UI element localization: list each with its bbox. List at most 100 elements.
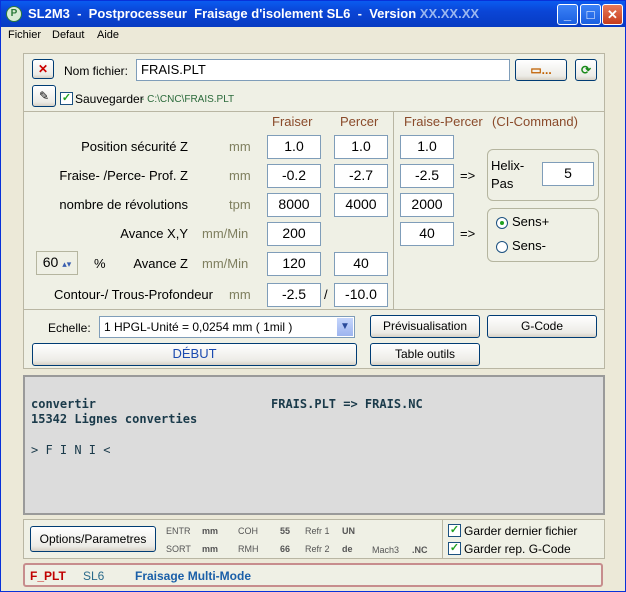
- edit-button[interactable]: ✎: [32, 85, 56, 107]
- output-console: convertir FRAIS.PLT => FRAIS.NC 15342 Li…: [23, 375, 605, 515]
- options-button[interactable]: Options/Parametres: [30, 526, 156, 552]
- fraiser-revolutions-input[interactable]: 8000: [267, 193, 321, 217]
- filename-input[interactable]: FRAIS.PLT: [136, 59, 510, 81]
- footer-mode-b: SL6: [83, 569, 105, 583]
- clear-file-button[interactable]: ✕: [32, 59, 54, 79]
- fraiser-position-z-input[interactable]: 1.0: [267, 135, 321, 159]
- console-done: > F I N I <: [31, 443, 111, 457]
- keep-file-checkbox[interactable]: ✓: [448, 524, 461, 537]
- status-panel: Options/Parametres ENTR mm SORT mm COH 5…: [23, 519, 605, 559]
- unit-label: mm: [229, 287, 251, 302]
- helix-label: Helix-: [491, 158, 525, 173]
- contour-depth-input[interactable]: -2.5: [267, 283, 321, 307]
- console-convert: convertir: [31, 397, 97, 411]
- row-label-prof-z: Fraise- /Perce- Prof. Z: [59, 168, 188, 183]
- close-window-button[interactable]: ✕: [602, 4, 623, 25]
- edit-icon: ✎: [38, 89, 50, 103]
- coh-label: COH: [238, 526, 258, 536]
- preview-button[interactable]: Prévisualisation: [370, 315, 480, 338]
- row-label-avance-xy: Avance X,Y: [120, 226, 188, 241]
- percer-avance-z-input[interactable]: 40: [334, 252, 388, 276]
- hole-depth-input[interactable]: -10.0: [334, 283, 388, 307]
- divider: [393, 111, 394, 309]
- gcode-button[interactable]: G-Code: [487, 315, 597, 338]
- console-files: FRAIS.PLT => FRAIS.NC: [271, 397, 423, 411]
- window-title: SL2M3 - Postprocesseur Fraisage d'isolem…: [28, 6, 480, 21]
- spinner-arrows-icon: ▴▾: [62, 259, 72, 269]
- percer-position-z-input[interactable]: 1.0: [334, 135, 388, 159]
- slash-label: /: [324, 287, 328, 302]
- footer-mode-a: F_PLT: [30, 569, 66, 583]
- percent-spinner[interactable]: 60 ▴▾: [36, 251, 78, 275]
- fp-position-z-input[interactable]: 1.0: [400, 135, 454, 159]
- row-label-contour-depth: Contour-/ Trous-Profondeur: [54, 287, 213, 302]
- fp-revolutions-input[interactable]: 2000: [400, 193, 454, 217]
- unit-label: mm/Min: [202, 226, 249, 241]
- refr1-value: UN: [342, 526, 355, 536]
- refr2-value: de: [342, 544, 353, 554]
- sens-box: Sens+ Sens-: [487, 208, 599, 262]
- extension-label: .NC: [412, 545, 428, 555]
- sens-plus-label: Sens+: [512, 214, 550, 229]
- rmh-label: RMH: [238, 544, 259, 554]
- filename-label: Nom fichier:: [64, 64, 129, 78]
- maximize-button[interactable]: □: [580, 4, 601, 25]
- menu-defaut[interactable]: Defaut: [52, 29, 84, 41]
- footer-mode-c: Fraisage Multi-Mode: [135, 569, 252, 583]
- unit-label: mm: [229, 139, 251, 154]
- menu-fichier[interactable]: Fichier: [8, 29, 41, 41]
- sort-value: mm: [202, 544, 219, 554]
- tools-table-button[interactable]: Table outils: [370, 343, 480, 366]
- main-window: P SL2M3 - Postprocesseur Fraisage d'isol…: [0, 0, 626, 592]
- settings-panel: ✕ Nom fichier: FRAIS.PLT ▭... ⟳ ✎ ✓ Sauv…: [23, 53, 605, 369]
- pas-label: Pas: [491, 176, 514, 191]
- browse-button[interactable]: ▭...: [515, 59, 567, 81]
- refresh-button[interactable]: ⟳: [575, 59, 597, 81]
- save-checkbox[interactable]: ✓: [60, 92, 73, 105]
- save-label: Sauvegarder: [75, 92, 144, 106]
- entr-value: mm: [202, 526, 219, 536]
- unit-label: mm: [229, 168, 251, 183]
- mach3-label: Mach3: [372, 545, 400, 555]
- refr1-label: Refr 1: [305, 526, 330, 536]
- unit-label: mm/Min: [202, 256, 249, 271]
- refr2-label: Refr 2: [305, 544, 330, 554]
- sens-minus-radio[interactable]: [496, 241, 508, 253]
- sens-plus-radio[interactable]: [496, 217, 508, 229]
- menu-bar: Fichier Defaut Aide: [1, 27, 625, 45]
- scale-select[interactable]: 1 HPGL-Unité = 0,0254 mm ( 1mil ) ▼: [99, 316, 355, 338]
- title-bar[interactable]: P SL2M3 - Postprocesseur Fraisage d'isol…: [1, 1, 625, 27]
- helix-box: Helix- Pas 5: [487, 149, 599, 201]
- chevron-down-icon[interactable]: ▼: [337, 318, 353, 336]
- keep-file-label: Garder dernier fichier: [464, 524, 578, 538]
- fp-prof-z-input[interactable]: -2.5: [400, 164, 454, 188]
- row-label-position-z: Position sécurité Z: [81, 139, 188, 154]
- percer-revolutions-input[interactable]: 4000: [334, 193, 388, 217]
- fraiser-prof-z-input[interactable]: -0.2: [267, 164, 321, 188]
- save-path: - C:\CNC\FRAIS.PLT: [141, 94, 235, 105]
- header-percer: Percer: [340, 114, 379, 129]
- unit-label: tpm: [229, 197, 251, 212]
- fraiser-avance-z-input[interactable]: 120: [267, 252, 321, 276]
- percer-prof-z-input[interactable]: -2.7: [334, 164, 388, 188]
- fraiser-avance-xy-input[interactable]: 200: [267, 222, 321, 246]
- minimize-button[interactable]: _: [557, 4, 578, 25]
- rmh-value: 66: [280, 544, 291, 554]
- row-label-revolutions: nombre de révolutions: [59, 197, 188, 212]
- refresh-icon: ⟳: [580, 63, 592, 77]
- console-lines: 15342 Lignes converties: [31, 412, 198, 426]
- sens-minus-label: Sens-: [512, 238, 546, 253]
- header-ci-command: (CI-Command): [492, 114, 578, 129]
- menu-aide[interactable]: Aide: [97, 29, 119, 41]
- start-button[interactable]: DÉBUT: [32, 343, 357, 366]
- coh-value: 55: [280, 526, 291, 536]
- scale-label: Echelle:: [48, 321, 91, 335]
- helix-pas-input[interactable]: 5: [542, 162, 594, 186]
- fp-avance-xy-input[interactable]: 40: [400, 222, 454, 246]
- row-label-avance-z: Avance Z: [133, 256, 188, 271]
- keep-dir-checkbox[interactable]: ✓: [448, 542, 461, 555]
- footer-bar: F_PLT SL6 Fraisage Multi-Mode: [23, 563, 603, 587]
- entr-label: ENTR: [166, 526, 191, 536]
- header-fraise-percer: Fraise-Percer: [404, 114, 483, 129]
- divider: [442, 520, 443, 558]
